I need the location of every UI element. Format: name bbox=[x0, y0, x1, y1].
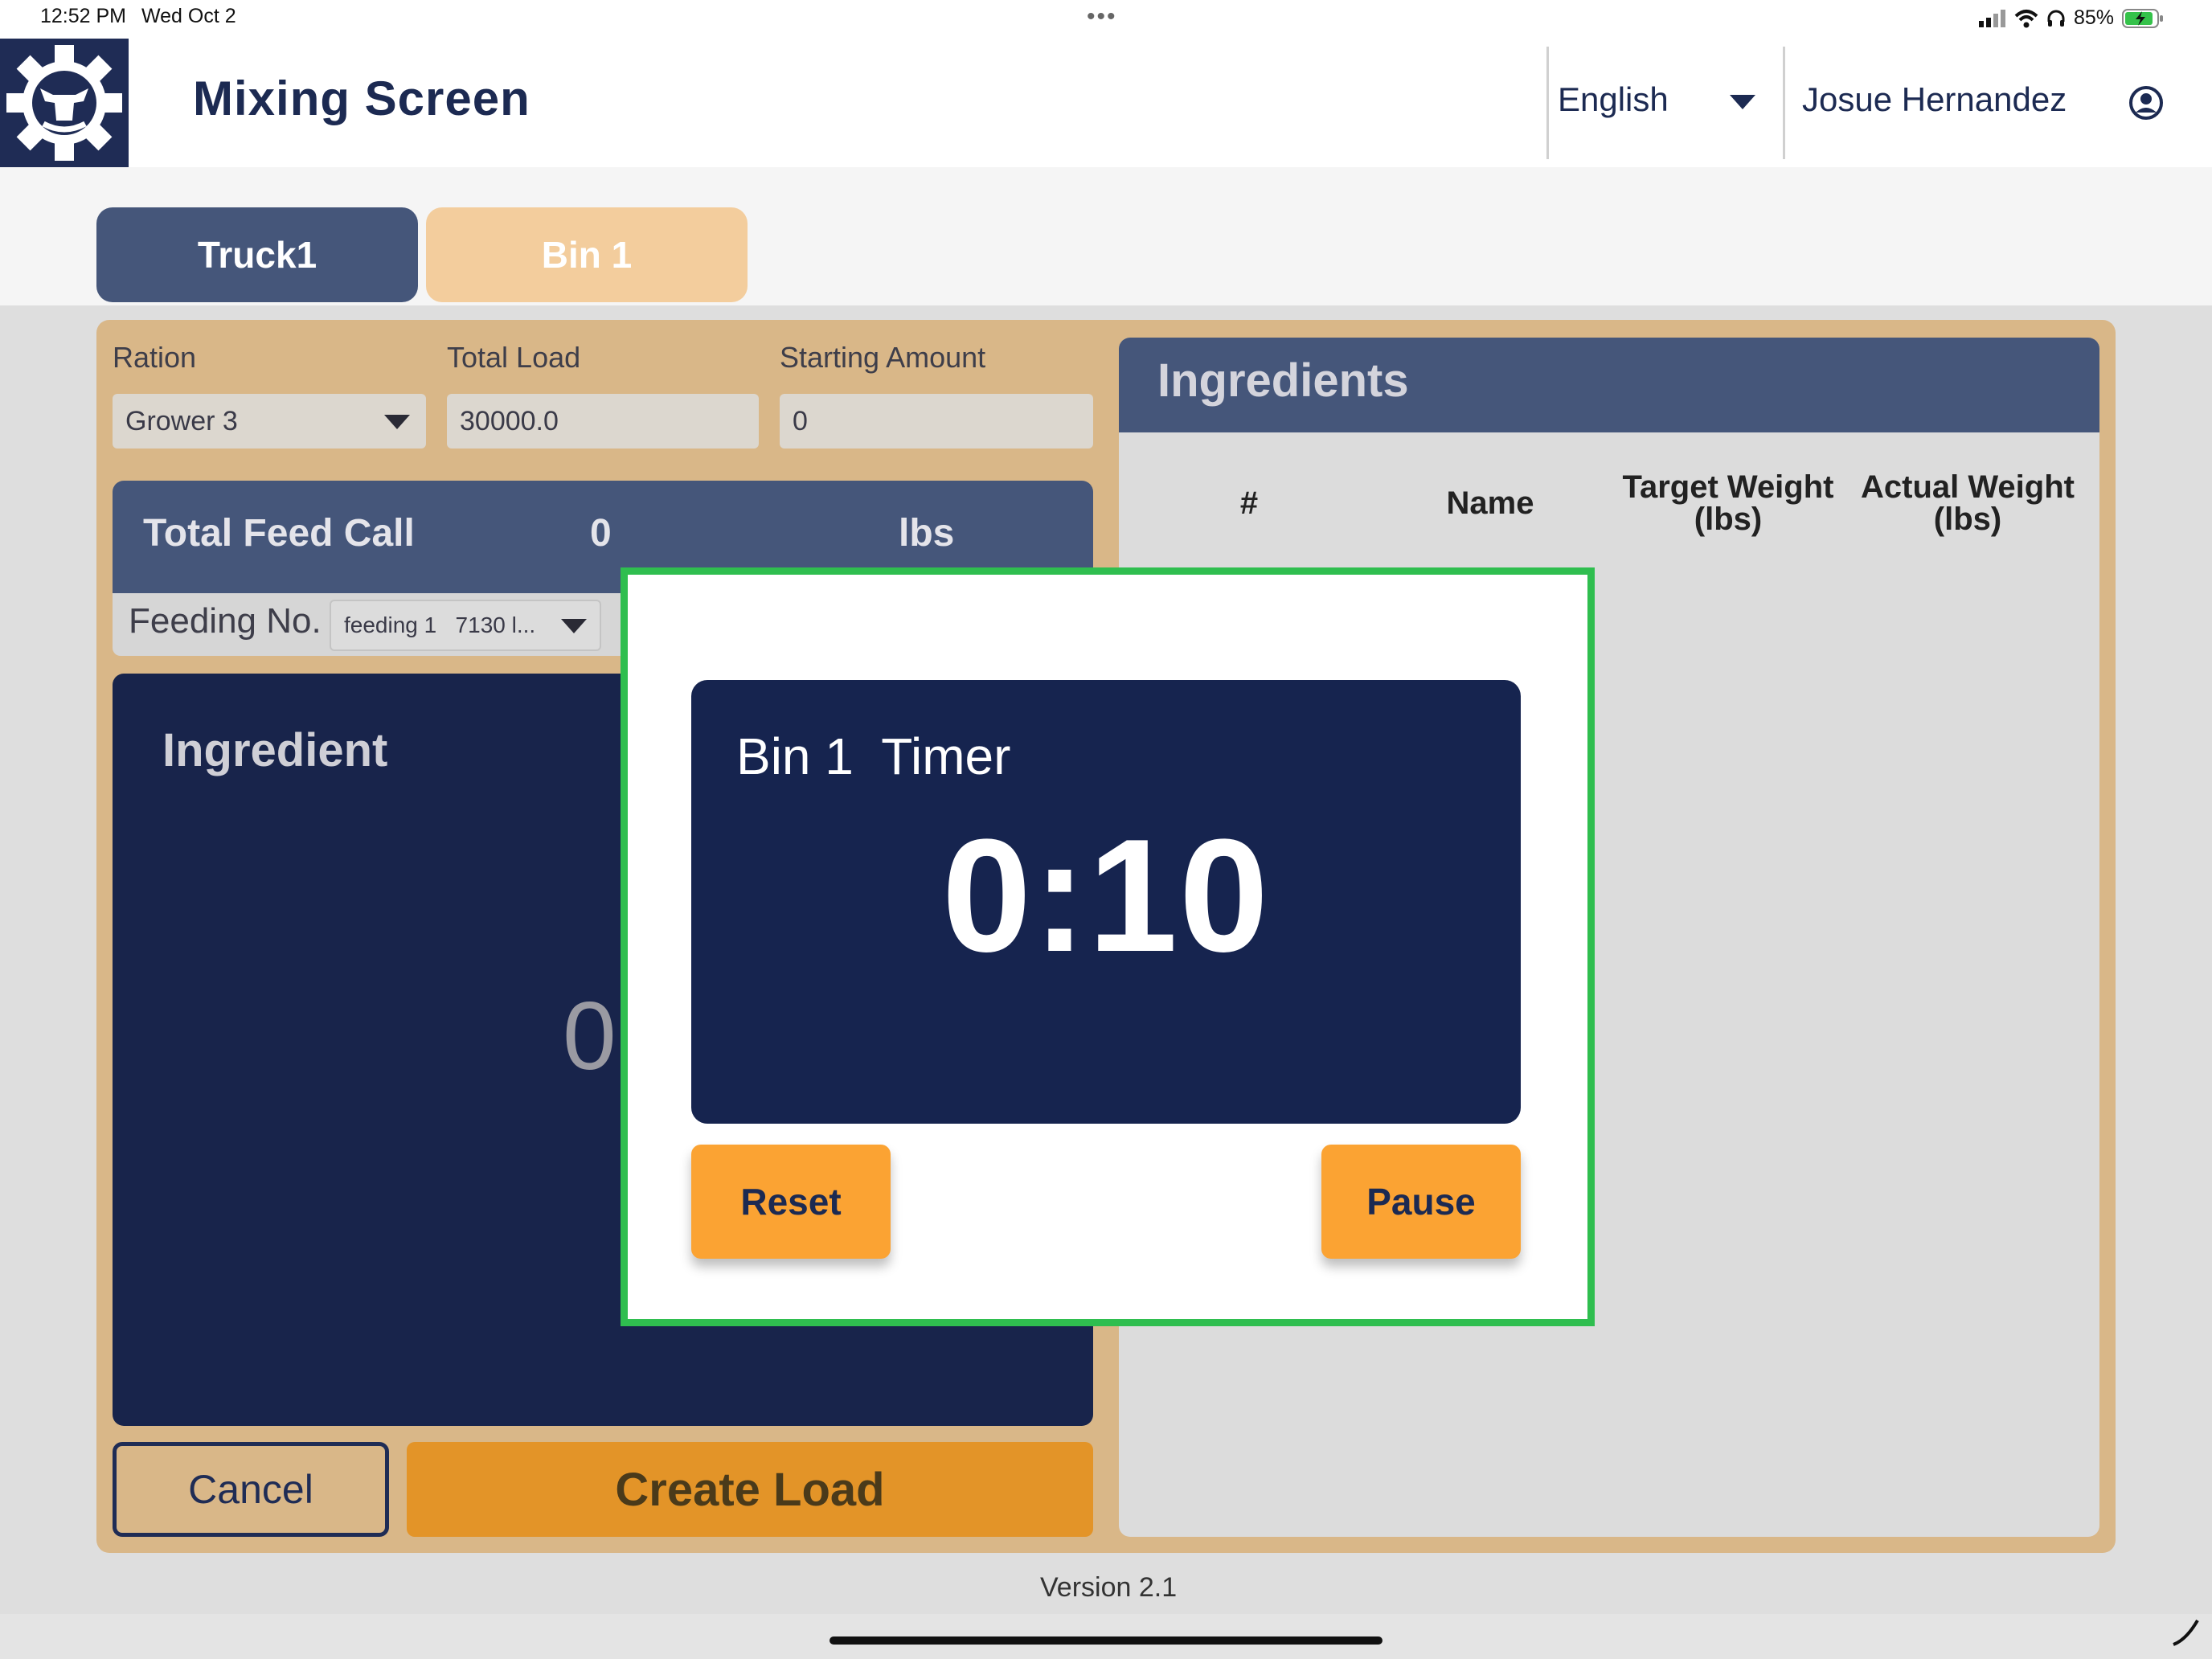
starting-amount-label: Starting Amount bbox=[780, 341, 986, 374]
ingredient-title: Ingredient bbox=[162, 724, 388, 776]
tab-truck1[interactable]: Truck1 bbox=[96, 207, 418, 302]
ration-label: Ration bbox=[113, 341, 197, 374]
reset-button[interactable]: Reset bbox=[691, 1145, 891, 1259]
status-date: Wed Oct 2 bbox=[141, 5, 236, 27]
feeding-no-label: Feeding No. bbox=[129, 601, 322, 641]
language-select[interactable]: English bbox=[1558, 80, 1669, 119]
total-feed-call-value: 0 bbox=[590, 512, 612, 555]
total-load-field[interactable]: 30000.0 bbox=[447, 394, 759, 449]
language-chevron-down-icon[interactable] bbox=[1730, 95, 1755, 109]
tab-bin1[interactable]: Bin 1 bbox=[426, 207, 748, 302]
cancel-button[interactable]: Cancel bbox=[113, 1442, 389, 1537]
total-feed-call-label: Total Feed Call bbox=[143, 512, 415, 555]
column-header-actual-weight: Actual Weight (lbs) bbox=[1861, 469, 2075, 537]
column-header-target-weight: Target Weight (lbs) bbox=[1622, 469, 1834, 537]
battery-charging-icon bbox=[2122, 8, 2163, 28]
home-indicator[interactable] bbox=[830, 1636, 1382, 1645]
header-divider bbox=[1783, 47, 1785, 159]
header-divider bbox=[1546, 47, 1549, 159]
pause-button[interactable]: Pause bbox=[1321, 1145, 1521, 1259]
starting-amount-field[interactable]: 0 bbox=[780, 394, 1093, 449]
headphones-icon bbox=[2047, 10, 2065, 27]
ration-chevron-down-icon bbox=[384, 415, 410, 429]
column-header-name: Name bbox=[1446, 485, 1534, 521]
gear-cow-logo-icon bbox=[6, 45, 122, 161]
status-indicators: 85% bbox=[1978, 6, 2164, 30]
pencil-scribble-icon bbox=[2170, 1616, 2202, 1652]
ingredients-title: Ingredients bbox=[1157, 354, 1409, 407]
create-load-button[interactable]: Create Load bbox=[407, 1442, 1093, 1537]
ingredient-value: 0 bbox=[563, 982, 616, 1090]
multitasking-dots-icon[interactable]: ••• bbox=[1087, 3, 1117, 31]
app-logo[interactable] bbox=[0, 39, 129, 167]
ration-value: Grower 3 bbox=[125, 405, 238, 436]
status-time: 12:52 PM bbox=[40, 5, 127, 27]
timer-value: 0:10 bbox=[941, 806, 1271, 985]
timer-label: Bin 1 Timer bbox=[736, 727, 1011, 785]
battery-percent: 85% bbox=[2073, 6, 2114, 29]
feeding-select[interactable]: feeding 1 7130 l... bbox=[330, 600, 601, 651]
version-label: Version 2.1 bbox=[1040, 1572, 1178, 1603]
ration-select[interactable]: Grower 3 bbox=[113, 394, 426, 449]
cellular-signal-icon bbox=[1978, 9, 2005, 27]
feeding-chevron-down-icon bbox=[561, 619, 587, 633]
user-name: Josue Hernandez bbox=[1802, 80, 2067, 118]
feeding-selected-value: feeding 1 7130 l... bbox=[344, 612, 536, 637]
total-load-label: Total Load bbox=[447, 341, 581, 374]
column-header-number: # bbox=[1239, 485, 1259, 521]
total-feed-call-unit: lbs bbox=[899, 512, 955, 555]
wifi-icon bbox=[2014, 9, 2038, 27]
user-account-icon[interactable] bbox=[2128, 85, 2164, 125]
page-title: Mixing Screen bbox=[193, 72, 530, 125]
